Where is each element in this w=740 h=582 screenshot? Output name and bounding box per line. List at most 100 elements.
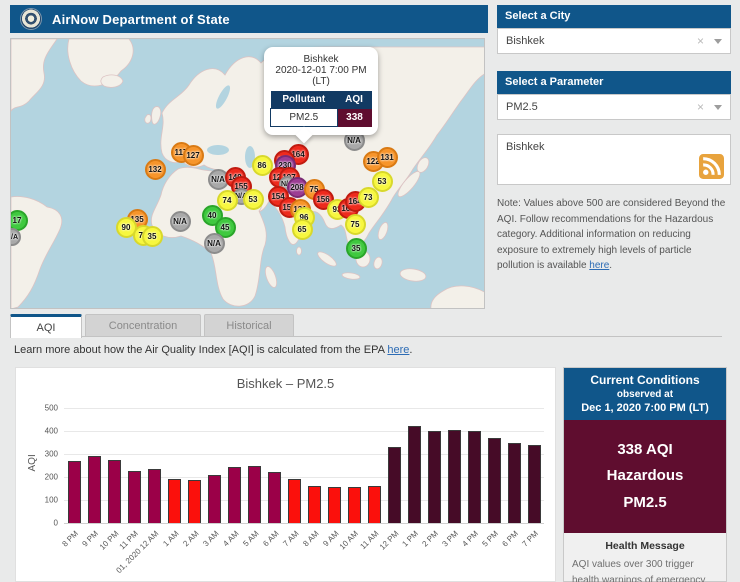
bar-12-pm[interactable]: [388, 447, 401, 523]
aqi-marker-53[interactable]: 53: [243, 189, 264, 210]
aqi-marker-65[interactable]: 65: [292, 219, 313, 240]
x-label-11: 7 AM: [281, 529, 300, 548]
x-label-5: 1 AM: [161, 529, 180, 548]
popup-aqi-value: 338: [337, 109, 371, 127]
tab-concentration[interactable]: Concentration: [85, 314, 201, 336]
current-conditions-header: Current Conditions observed at Dec 1, 20…: [564, 368, 726, 420]
rss-icon[interactable]: [699, 154, 724, 179]
bar-7-am[interactable]: [288, 479, 301, 523]
parameter-select[interactable]: PM2.5 ×: [497, 94, 731, 120]
observed-datetime: Dec 1, 2020 7:00 PM (LT): [568, 402, 722, 414]
y-tick-100: 100: [45, 496, 58, 505]
learn-more-text: Learn more about how the Air Quality Ind…: [14, 344, 412, 356]
current-conditions-title: Current Conditions: [568, 373, 722, 387]
x-label-0: 8 PM: [61, 529, 81, 549]
x-label-2: 10 PM: [98, 529, 121, 552]
app-title: AirNow Department of State: [52, 12, 230, 27]
bar-8-pm[interactable]: [68, 461, 81, 523]
parameter-caret-icon[interactable]: [714, 105, 722, 110]
health-message-text: AQI values over 300 trigger health warni…: [572, 557, 718, 582]
bar-1-pm[interactable]: [408, 426, 421, 523]
city-select[interactable]: Bishkek ×: [497, 28, 731, 54]
x-label-14: 10 AM: [338, 529, 360, 551]
city-caret-icon[interactable]: [714, 39, 722, 44]
aqi-marker-75[interactable]: 75: [345, 214, 366, 235]
tab-aqi[interactable]: AQI: [10, 314, 82, 338]
note-here-link[interactable]: here: [589, 260, 609, 271]
observed-at-label: observed at: [568, 389, 722, 400]
bar-3-pm[interactable]: [448, 430, 461, 523]
bar-11-pm[interactable]: [128, 471, 141, 523]
aqi-marker-35[interactable]: 35: [142, 226, 163, 247]
gridline-500: [64, 408, 544, 409]
select-city-header: Select a City: [497, 5, 731, 28]
popup-timezone: (LT): [270, 76, 372, 87]
aqi-marker-132[interactable]: 132: [145, 159, 166, 180]
note-period: .: [609, 260, 612, 271]
map-popup: Bishkek 2020-12-01 7:00 PM (LT) Pollutan…: [264, 47, 378, 135]
x-label-10: 6 AM: [261, 529, 280, 548]
bar-10-am[interactable]: [348, 487, 361, 523]
bar-11-am[interactable]: [368, 486, 381, 523]
bar-01-2020-12-am[interactable]: [148, 469, 161, 523]
aqi-marker-131[interactable]: 131: [377, 147, 398, 168]
x-label-16: 12 PM: [378, 529, 401, 552]
bar-1-am[interactable]: [168, 479, 181, 523]
aqi-marker-127[interactable]: 127: [183, 145, 204, 166]
bar-3-am[interactable]: [208, 475, 221, 523]
popup-city: Bishkek: [270, 54, 372, 65]
bar-2-am[interactable]: [188, 480, 201, 523]
city-select-value: Bishkek: [506, 35, 697, 47]
chart-plot-area: AQI 01002003004005008 PM9 PM10 PM11 PM01…: [64, 408, 544, 523]
x-label-21: 5 PM: [481, 529, 501, 549]
x-label-6: 2 AM: [181, 529, 200, 548]
bar-9-pm[interactable]: [88, 456, 101, 523]
y-tick-300: 300: [45, 450, 58, 459]
bar-7-pm[interactable]: [528, 445, 541, 523]
x-label-9: 5 AM: [241, 529, 260, 548]
bar-2-pm[interactable]: [428, 431, 441, 523]
bar-10-pm[interactable]: [108, 460, 121, 523]
learn-more-pre: Learn more about how the Air Quality Ind…: [14, 344, 387, 356]
bar-9-am[interactable]: [328, 487, 341, 523]
city-clear-icon[interactable]: ×: [697, 34, 704, 48]
world-map-background: [11, 39, 485, 309]
x-label-23: 7 PM: [521, 529, 541, 549]
feed-box: Bishkek: [497, 134, 731, 185]
sidebar: Select a City Bishkek × Select a Paramet…: [497, 5, 731, 274]
x-label-18: 2 PM: [421, 529, 441, 549]
chart-title: Bishkek – PM2.5: [16, 376, 555, 391]
bar-5-am[interactable]: [248, 466, 261, 524]
learn-more-here-link[interactable]: here: [387, 344, 409, 356]
bar-6-pm[interactable]: [508, 443, 521, 523]
aqi-chart-panel: Bishkek – PM2.5 AQI 01002003004005008 PM…: [15, 367, 556, 582]
popup-col-aqi: AQI: [337, 91, 371, 109]
world-aqi-map[interactable]: 17N/A132117127N/A149155N/A7440135907335N…: [10, 38, 485, 309]
aqi-marker-53[interactable]: 53: [372, 171, 393, 192]
y-tick-500: 500: [45, 404, 58, 413]
bar-6-am[interactable]: [268, 472, 281, 523]
popup-col-pollutant: Pollutant: [271, 91, 338, 109]
aqi-marker-na[interactable]: N/A: [204, 233, 225, 254]
bar-4-pm[interactable]: [468, 431, 481, 523]
beyond-aqi-note: Note: Values above 500 are considered Be…: [497, 196, 731, 274]
aqi-marker-na[interactable]: N/A: [170, 211, 191, 232]
y-tick-0: 0: [54, 519, 58, 528]
x-label-8: 4 AM: [221, 529, 240, 548]
state-department-seal-logo: [20, 8, 42, 30]
parameter-clear-icon[interactable]: ×: [697, 100, 704, 114]
bar-4-am[interactable]: [228, 467, 241, 523]
tab-historical[interactable]: Historical: [204, 314, 294, 336]
current-aqi-pollutant: PM2.5: [568, 490, 722, 516]
x-label-17: 1 PM: [401, 529, 421, 549]
bar-8-am[interactable]: [308, 486, 321, 523]
popup-table: Pollutant AQI PM2.5 338: [270, 91, 372, 127]
gridline-0: [64, 523, 544, 524]
aqi-marker-35[interactable]: 35: [346, 238, 367, 259]
x-label-22: 6 PM: [501, 529, 521, 549]
feed-city-label: Bishkek: [506, 141, 545, 153]
app-header: AirNow Department of State: [10, 5, 488, 33]
parameter-select-value: PM2.5: [506, 101, 697, 113]
bar-5-pm[interactable]: [488, 438, 501, 523]
chart-y-axis-label: AQI: [27, 454, 38, 471]
